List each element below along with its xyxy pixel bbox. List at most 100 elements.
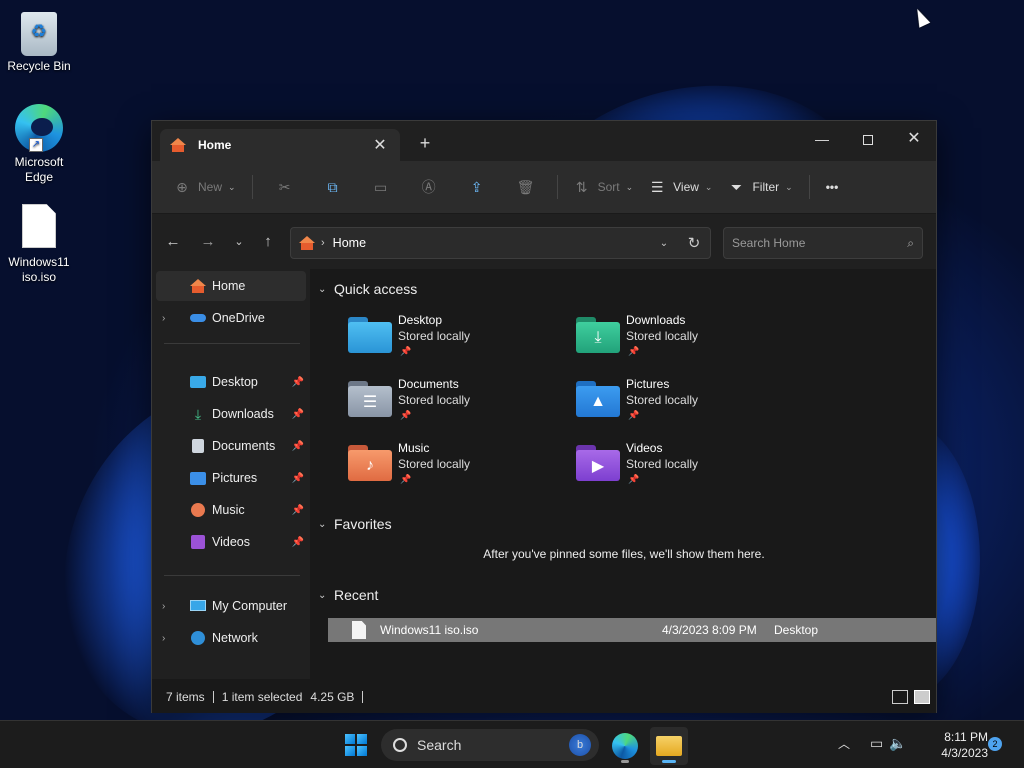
share-icon: ⇪ (470, 179, 483, 195)
mouse-cursor-icon (911, 6, 931, 28)
desktop-icon-recycle-bin[interactable]: Recycle Bin (1, 8, 77, 74)
quick-access-desktop[interactable]: Desktop Stored locally 📌 (348, 313, 568, 371)
expand-chevron-icon[interactable]: › (162, 633, 178, 644)
new-label: New (198, 180, 223, 194)
rename-button[interactable]: Ⓐ (405, 171, 453, 203)
sort-icon: ⇅ (575, 179, 588, 195)
forward-button[interactable]: → (193, 228, 223, 256)
computer-icon (190, 600, 206, 611)
details-view-icon[interactable] (892, 690, 908, 704)
breadcrumb[interactable]: Home (333, 236, 650, 250)
scissors-icon: ✂ (278, 179, 291, 195)
address-bar[interactable]: › Home ⌄ ↻ (290, 227, 711, 259)
sidebar-item-documents[interactable]: Documents 📌 (156, 431, 306, 461)
sidebar-item-music[interactable]: Music 📌 (156, 495, 306, 525)
sidebar-item-my-computer[interactable]: › My Computer (156, 591, 306, 621)
delete-button[interactable]: 🗑 (501, 171, 549, 203)
music-icon (191, 503, 205, 517)
show-hidden-icons-button[interactable]: ︿ (838, 735, 850, 752)
video-icon (191, 535, 205, 549)
home-icon (190, 279, 206, 293)
quick-access-pictures[interactable]: ▲ Pictures Stored locally 📌 (576, 377, 796, 435)
quick-access-header[interactable]: ⌄ Quick access (318, 281, 417, 297)
sidebar-item-onedrive[interactable]: › OneDrive (156, 303, 306, 333)
taskbar-search[interactable]: Search b (381, 729, 599, 761)
quick-access-videos[interactable]: ▶ Videos Stored locally 📌 (576, 441, 796, 499)
new-button[interactable]: ⊕ New ⌄ (166, 171, 244, 203)
expand-chevron-icon[interactable]: › (162, 601, 178, 612)
taskbar-edge[interactable] (606, 727, 644, 765)
filter-icon: ⏷ (730, 179, 743, 195)
command-bar: ⊕ New ⌄ ✂ ⧉ ▭ Ⓐ ⇪ 🗑 ⇅ Sort ⌄ ☰ View ⌄ ⏷ … (152, 161, 936, 214)
tab-home[interactable]: Home ✕ (160, 129, 400, 161)
folder-name: Videos (626, 441, 663, 455)
chevron-down-icon: ⌄ (704, 181, 713, 192)
favorites-header[interactable]: ⌄ Favorites (318, 516, 392, 532)
up-button[interactable]: ↑ (253, 228, 283, 256)
refresh-button[interactable]: ↻ (678, 234, 710, 252)
minimize-button[interactable]: — (799, 125, 845, 153)
quick-access-music[interactable]: ♪ Music Stored locally 📌 (348, 441, 568, 499)
pin-icon: 📌 (628, 474, 640, 484)
sidebar-item-pictures[interactable]: Pictures 📌 (156, 463, 306, 493)
close-window-button[interactable]: ✕ (891, 125, 937, 153)
speaker-icon[interactable]: 🔈 (889, 735, 912, 751)
chevron-down-icon: ⌄ (318, 518, 327, 530)
new-tab-button[interactable]: + (414, 133, 436, 154)
section-title: Quick access (334, 281, 418, 297)
expand-chevron-icon[interactable]: › (162, 313, 178, 324)
more-options-button[interactable]: ••• (818, 171, 847, 203)
address-dropdown-button[interactable]: ⌄ (650, 238, 678, 249)
sidebar-item-videos[interactable]: Videos 📌 (156, 527, 306, 557)
search-box[interactable]: ⌕ (723, 227, 923, 259)
toolbar-divider (251, 175, 253, 199)
folder-name: Music (398, 441, 430, 455)
desktop-icon-label: Windows11 iso.iso (8, 255, 70, 284)
paste-button[interactable]: ▭ (357, 171, 405, 203)
filter-button[interactable]: ⏷ Filter ⌄ (720, 171, 800, 203)
desktop-folder-icon (348, 317, 392, 353)
back-button[interactable]: ← (158, 228, 188, 256)
network-icon[interactable]: ▭ (870, 735, 889, 751)
tiles-view-icon[interactable] (914, 690, 930, 704)
sidebar-item-label: Downloads (212, 407, 274, 421)
system-tray[interactable]: ▭🔈 (870, 735, 913, 752)
sidebar-item-label: Desktop (212, 375, 258, 389)
downloads-folder-icon: ⤓ (576, 317, 620, 353)
clock[interactable]: 8:11 PM 4/3/2023 (920, 729, 988, 761)
search-icon: ⌕ (907, 235, 914, 250)
taskbar-file-explorer[interactable] (650, 727, 688, 765)
recent-file-row[interactable]: Windows11 iso.iso 4/3/2023 8:09 PM Deskt… (328, 618, 936, 642)
start-button[interactable] (345, 734, 367, 756)
taskbar-search-label: Search (417, 737, 462, 753)
home-icon (299, 236, 315, 250)
pin-icon: 📌 (291, 408, 305, 420)
copy-button[interactable]: ⧉ (309, 171, 357, 203)
maximize-button[interactable] (845, 125, 891, 153)
pin-icon: 📌 (291, 504, 305, 516)
close-tab-icon[interactable]: ✕ (370, 135, 390, 155)
desktop-icon-iso-file[interactable]: Windows11 iso.iso (1, 204, 77, 285)
recent-locations-button[interactable]: ⌄ (224, 228, 254, 256)
selection-count: 1 item selected (221, 690, 303, 704)
share-button[interactable]: ⇪ (453, 171, 501, 203)
desktop-icon-edge[interactable]: ↗ Microsoft Edge (1, 104, 77, 185)
sidebar-item-network[interactable]: › Network (156, 623, 306, 653)
quick-access-documents[interactable]: ☰ Documents Stored locally 📌 (348, 377, 568, 435)
rename-icon: Ⓐ (421, 179, 436, 195)
sidebar-item-downloads[interactable]: ⤓ Downloads 📌 (156, 399, 306, 429)
search-input[interactable] (732, 236, 908, 250)
status-divider (212, 691, 214, 703)
cut-button[interactable]: ✂ (261, 171, 309, 203)
quick-access-downloads[interactable]: ⤓ Downloads Stored locally 📌 (576, 313, 796, 371)
sort-button[interactable]: ⇅ Sort ⌄ (566, 171, 642, 203)
sidebar-item-desktop[interactable]: Desktop 📌 (156, 367, 306, 397)
desktop-folder-icon (190, 376, 206, 388)
sort-label: Sort (597, 180, 620, 194)
folder-status: Stored locally (398, 393, 471, 407)
notification-badge[interactable]: 2 (988, 737, 1002, 751)
sidebar-item-home[interactable]: Home (156, 271, 306, 301)
bing-icon[interactable]: b (569, 734, 591, 756)
recent-header[interactable]: ⌄ Recent (318, 587, 378, 603)
view-button[interactable]: ☰ View ⌄ (641, 171, 720, 203)
